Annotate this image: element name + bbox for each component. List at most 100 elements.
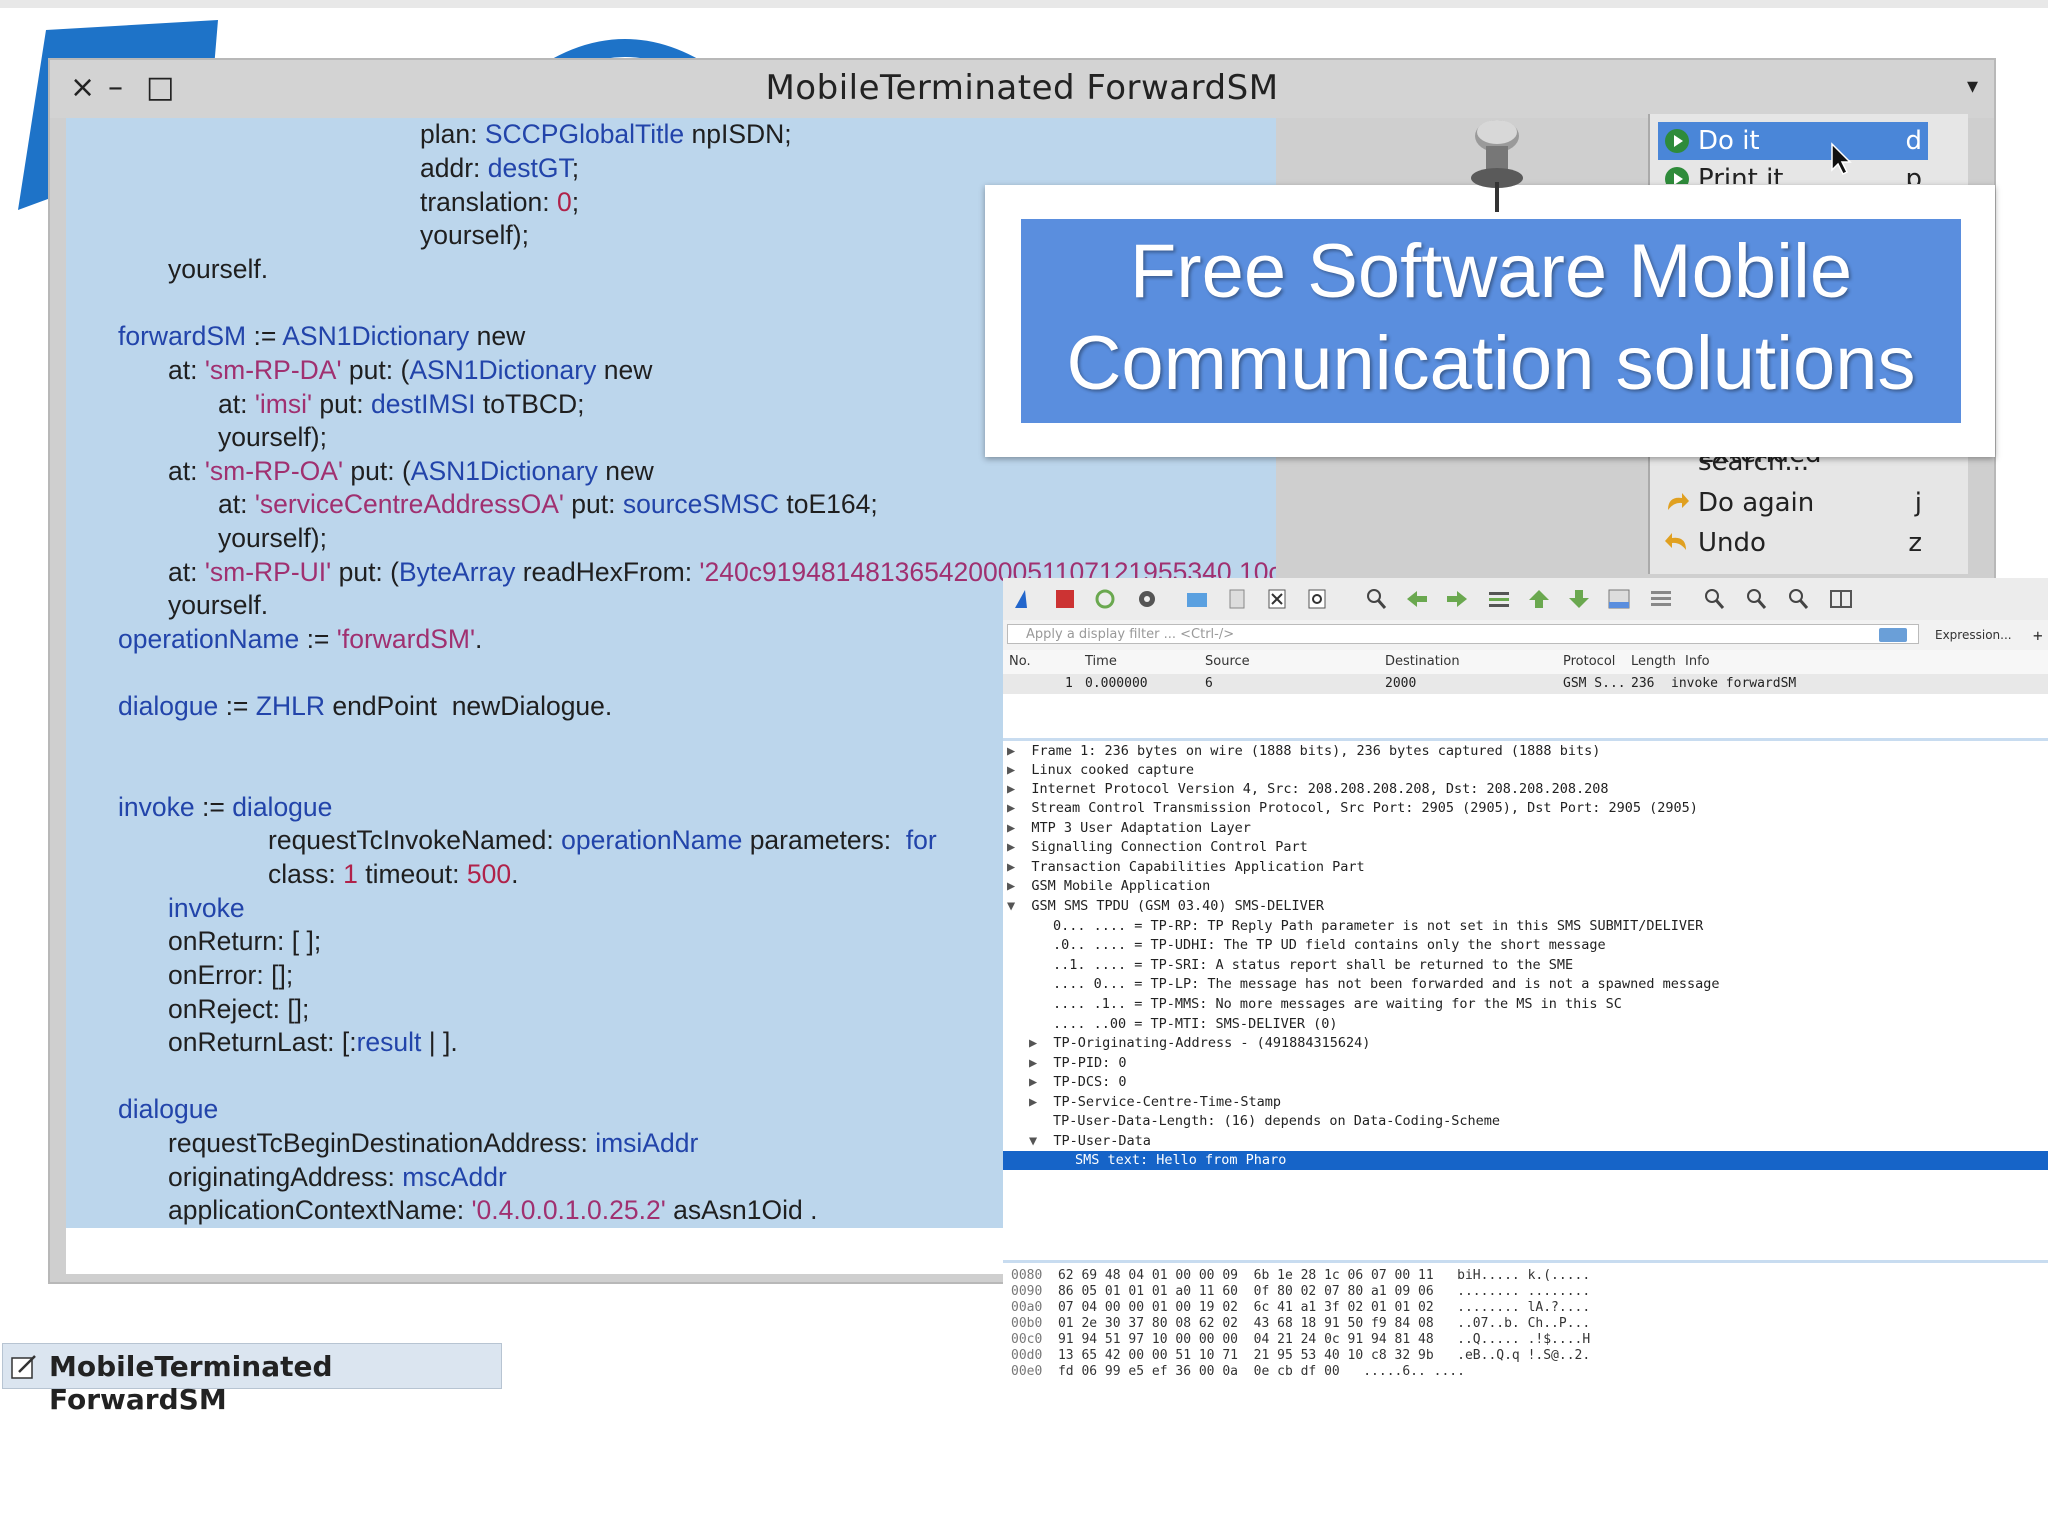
redo-icon <box>1668 493 1689 510</box>
code-line: applicationContextName: '0.4.0.0.1.0.25.… <box>168 1195 818 1225</box>
code-line: invoke := dialogue <box>118 792 333 822</box>
forward-arrow-icon[interactable] <box>1445 588 1469 610</box>
column-header[interactable]: No. <box>1009 654 1031 669</box>
column-header[interactable]: Info <box>1685 654 1710 669</box>
column-header[interactable]: Destination <box>1385 654 1460 669</box>
play-icon <box>1665 167 1689 184</box>
expression-button[interactable]: Expression... <box>1935 628 2012 642</box>
detail-row[interactable]: ▶ TP-Originating-Address - (491884315624… <box>1029 1034 1370 1053</box>
column-header[interactable]: Source <box>1205 654 1250 669</box>
hex-row[interactable]: 0080 62 69 48 04 01 00 00 09 6b 1e 28 1c… <box>1011 1268 1590 1284</box>
colorize-icon[interactable] <box>1649 588 1673 610</box>
menu-item-do-it[interactable]: Do it d <box>1658 122 1928 160</box>
detail-row[interactable]: .0.. .... = TP-UDHI: The TP UD field con… <box>1053 936 1606 955</box>
file-icon[interactable] <box>1225 588 1249 610</box>
banner-panel: Free Software Mobile Communication solut… <box>1021 219 1961 423</box>
detail-row[interactable]: ▶ TP-Service-Centre-Time-Stamp <box>1029 1093 1281 1112</box>
code-line: forwardSM := ASN1Dictionary new <box>118 321 526 351</box>
detail-row[interactable]: ▶ Signalling Connection Control Part <box>1007 838 1308 857</box>
code-line: originatingAddress: mscAddr <box>168 1162 507 1192</box>
first-packet-icon[interactable] <box>1527 588 1551 610</box>
code-line: dialogue <box>118 1094 219 1124</box>
window-titlebar[interactable]: × – □ MobileTerminated ForwardSM ▾ <box>50 60 1994 118</box>
code-line: at: 'sm-RP-OA' put: (ASN1Dictionary new <box>168 456 654 486</box>
code-line: at: 'serviceCentreAddressOA' put: source… <box>218 489 878 519</box>
folder-icon[interactable] <box>1185 588 1209 610</box>
detail-row[interactable]: ▶ TP-PID: 0 <box>1029 1054 1127 1073</box>
column-header[interactable]: Time <box>1085 654 1117 669</box>
hex-row[interactable]: 00e0 fd 06 99 e5 ef 36 00 0a 0e cb df 00… <box>1011 1364 1465 1380</box>
detail-row[interactable]: ▶ Linux cooked capture <box>1007 761 1194 780</box>
column-header[interactable]: Protocol <box>1563 654 1615 669</box>
menu-item-label: Undo <box>1698 528 1766 558</box>
resize-columns-icon[interactable] <box>1829 588 1853 610</box>
menu-item-print-it[interactable]: Print it p <box>1658 160 1928 184</box>
menu-item-undo[interactable]: Undo z <box>1658 524 1928 562</box>
detail-row[interactable]: ▼ GSM SMS TPDU (GSM 03.40) SMS-DELIVER <box>1007 897 1324 916</box>
back-arrow-icon[interactable] <box>1405 588 1429 610</box>
shark-fin-icon[interactable] <box>1013 588 1037 610</box>
mouse-cursor-icon <box>1831 142 1852 176</box>
reload-icon[interactable] <box>1305 588 1329 610</box>
code-line: yourself); <box>420 220 529 250</box>
code-line: onError: []; <box>168 960 294 990</box>
menu-shortcut: d <box>1905 126 1922 156</box>
code-line: translation: 0; <box>420 187 580 217</box>
detail-row[interactable]: ..1. .... = TP-SRI: A status report shal… <box>1053 956 1573 975</box>
zoom-out-icon[interactable] <box>1745 588 1769 610</box>
display-filter-input[interactable]: Apply a display filter ... <Ctrl-/> <box>1007 624 1919 644</box>
detail-row[interactable]: .... .1.. = TP-MMS: No more messages are… <box>1053 995 1622 1014</box>
detail-row[interactable]: ▶ MTP 3 User Adaptation Layer <box>1007 819 1251 838</box>
desktop-strip <box>0 0 2048 8</box>
detail-row[interactable]: ▶ Transaction Capabilities Application P… <box>1007 858 1365 877</box>
normal-size-icon[interactable] <box>1787 588 1811 610</box>
hex-row[interactable]: 00b0 01 2e 30 37 80 08 62 02 43 68 18 91… <box>1011 1316 1590 1332</box>
apply-filter-icon[interactable] <box>1879 628 1907 642</box>
detail-row[interactable]: 0... .... = TP-RP: TP Reply Path paramet… <box>1053 917 1703 936</box>
detail-row[interactable]: ▶ TP-DCS: 0 <box>1029 1073 1127 1092</box>
packet-bytes-pane: 0080 62 69 48 04 01 00 00 09 6b 1e 28 1c… <box>1003 1268 2048 1379</box>
code-line: yourself); <box>218 523 327 553</box>
zoom-in-icon[interactable] <box>1703 588 1727 610</box>
code-line: plan: SCCPGlobalTitle npISDN; <box>420 119 792 149</box>
packet-details-pane: ▶ Frame 1: 236 bytes on wire (1888 bits)… <box>1003 742 2048 1256</box>
gear-icon[interactable] <box>1135 588 1159 610</box>
search-icon[interactable] <box>1365 588 1389 610</box>
add-filter-button[interactable]: + <box>2033 626 2043 645</box>
detail-row[interactable]: ▶ GSM Mobile Application <box>1007 877 1210 896</box>
code-line: onReturnLast: [:result | ]. <box>168 1027 458 1057</box>
detail-row[interactable]: ▶ Internet Protocol Version 4, Src: 208.… <box>1007 780 1608 799</box>
menu-item-do-again[interactable]: Do again j <box>1658 484 1928 522</box>
hex-row[interactable]: 00c0 91 94 51 97 10 00 00 00 04 21 24 0c… <box>1011 1332 1590 1348</box>
detail-row[interactable]: ▶ Frame 1: 236 bytes on wire (1888 bits)… <box>1007 742 1600 761</box>
last-packet-icon[interactable] <box>1567 588 1591 610</box>
close-file-icon[interactable] <box>1265 588 1289 610</box>
taskbar-label: MobileTerminated ForwardSM <box>49 1350 333 1416</box>
code-line: addr: destGT; <box>420 153 580 183</box>
pane-splitter[interactable] <box>1003 1260 2048 1263</box>
packet-row[interactable]: 1 0.000000 6 2000 GSM S... 236 invoke fo… <box>1003 674 2048 694</box>
hex-row[interactable]: 00a0 07 04 00 00 01 00 19 02 6c 41 a1 3f… <box>1011 1300 1590 1316</box>
autoscroll-icon[interactable] <box>1607 588 1631 610</box>
column-header[interactable]: Length <box>1631 654 1676 669</box>
detail-row[interactable]: TP-User-Data-Length: (16) depends on Dat… <box>1053 1112 1500 1131</box>
detail-row[interactable]: ▶ Stream Control Transmission Protocol, … <box>1007 799 1698 818</box>
window-menu-icon[interactable]: ▾ <box>1967 74 1978 99</box>
pane-splitter[interactable] <box>1003 738 2048 741</box>
go-to-packet-icon[interactable] <box>1487 588 1511 610</box>
detail-row[interactable]: .... ..00 = TP-MTI: SMS-DELIVER (0) <box>1053 1015 1337 1034</box>
menu-shortcut: p <box>1905 164 1922 184</box>
menu-shortcut: z <box>1908 528 1922 558</box>
detail-row[interactable]: ▼ TP-User-Data <box>1029 1132 1151 1151</box>
taskbar-window-button[interactable]: MobileTerminated ForwardSM <box>2 1343 502 1416</box>
code-line: invoke <box>168 893 245 923</box>
pushpin-icon <box>1471 120 1523 212</box>
code-line: yourself); <box>218 422 327 452</box>
hex-row[interactable]: 0090 86 05 01 01 01 a0 11 60 0f 80 02 07… <box>1011 1284 1590 1300</box>
restart-icon[interactable] <box>1093 588 1117 610</box>
hex-row[interactable]: 00d0 13 65 42 00 00 51 10 71 21 95 53 40… <box>1011 1348 1590 1364</box>
stop-icon[interactable] <box>1053 588 1077 610</box>
packet-no: 1 <box>1065 676 1073 691</box>
detail-row-selected[interactable]: SMS text: Hello from Pharo <box>1003 1151 2048 1170</box>
detail-row[interactable]: .... 0... = TP-LP: The message has not b… <box>1053 975 1719 994</box>
